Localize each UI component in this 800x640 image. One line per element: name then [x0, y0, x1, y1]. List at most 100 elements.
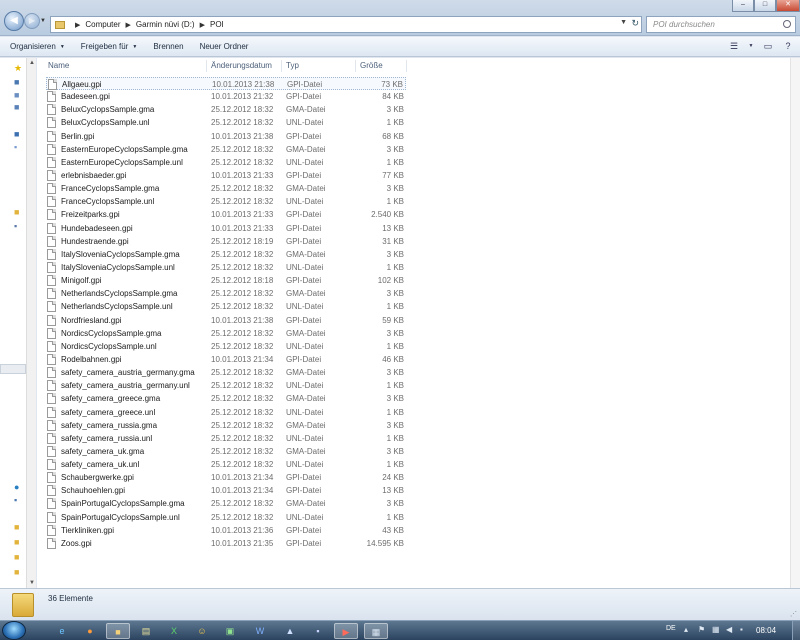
folder-icon[interactable]: ■	[14, 553, 19, 562]
refresh-icon[interactable]: ↻	[631, 18, 639, 29]
address-dropdown-icon[interactable]: ▼	[620, 19, 627, 26]
burn-button[interactable]: Brennen	[153, 42, 183, 51]
file-row[interactable]: Zoos.gpi 10.01.2013 21:35 GPI-Datei 14.595 …	[46, 537, 406, 550]
breadcrumb-drive[interactable]: Garmin nüvi (D:)	[136, 20, 195, 29]
file-row[interactable]: safety_camera_uk.gma 25.12.2012 18:32 GMA-…	[46, 445, 406, 458]
file-row[interactable]: Schauhoehlen.gpi 10.01.2013 21:34 GPI-Date…	[46, 484, 406, 497]
file-row[interactable]: safety_camera_austria_germany.gma 25.12.2…	[46, 366, 406, 379]
new-folder-button[interactable]: Neuer Ordner	[200, 42, 249, 51]
nav-scrollbar[interactable]: ▲ ▼	[26, 58, 36, 588]
minimize-button[interactable]: –	[732, 0, 754, 12]
ie-icon[interactable]: e	[50, 623, 74, 639]
column-divider[interactable]	[206, 60, 207, 72]
chevron-down-icon[interactable]: ▼	[748, 41, 754, 52]
computer-icon[interactable]: ▪	[14, 222, 17, 231]
folder-icon[interactable]: ■	[14, 538, 19, 547]
back-button[interactable]: ◀	[4, 11, 24, 31]
firefox-icon[interactable]: ●	[78, 623, 102, 639]
save-icon[interactable]: ▪	[306, 623, 330, 639]
breadcrumb-poi[interactable]: POI	[210, 20, 224, 29]
file-row[interactable]: NordicsCyclopsSample.gma 25.12.2012 18:32…	[46, 327, 406, 340]
explorer-icon[interactable]: ■	[106, 623, 130, 639]
file-row[interactable]: SpainPortugalCyclopsSample.unl 25.12.2012…	[46, 511, 406, 524]
column-divider[interactable]	[281, 60, 282, 72]
downloads-icon[interactable]: ■	[14, 91, 19, 100]
file-row[interactable]: Berlin.gpi 10.01.2013 21:38 GPI-Datei 68 KB	[46, 130, 406, 143]
file-row[interactable]: EasternEuropeCyclopsSample.unl 25.12.2012…	[46, 156, 406, 169]
file-row[interactable]: Hundestraende.gpi 25.12.2012 18:19 GPI-Dat…	[46, 235, 406, 248]
nav-selected-item[interactable]	[0, 364, 26, 374]
excel-icon[interactable]: X	[162, 623, 186, 639]
column-divider[interactable]	[406, 60, 407, 72]
file-row[interactable]: Badeseen.gpi 10.01.2013 21:32 GPI-Datei 84 …	[46, 90, 406, 103]
chevron-right-icon[interactable]: ▶	[200, 21, 205, 29]
column-header-name[interactable]: Name	[48, 61, 69, 70]
homegroup-icon[interactable]: ■	[14, 208, 19, 217]
file-row[interactable]: FranceCyclopsSample.unl 25.12.2012 18:32 U…	[46, 195, 406, 208]
file-row[interactable]: Hundebadeseen.gpi 10.01.2013 21:33 GPI-Dat…	[46, 222, 406, 235]
file-row[interactable]: safety_camera_austria_germany.unl 25.12.2…	[46, 379, 406, 392]
network-icon[interactable]: ●	[14, 483, 19, 492]
favorites-star-icon[interactable]: ★	[14, 64, 22, 73]
address-bar[interactable]: ▶ Computer ▶ Garmin nüvi (D:) ▶ POI ▼ ↻	[50, 16, 642, 33]
file-row[interactable]: safety_camera_russia.unl 25.12.2012 18:32…	[46, 432, 406, 445]
file-row[interactable]: NetherlandsCyclopsSample.unl 25.12.2012 1…	[46, 300, 406, 313]
search-icon[interactable]	[783, 20, 791, 28]
view-options-icon[interactable]: ☰	[728, 41, 740, 52]
volume-icon[interactable]: ◀	[726, 625, 732, 634]
file-row[interactable]: Freizeitparks.gpi 10.01.2013 21:33 GPI-Dat…	[46, 208, 406, 221]
desktop-icon[interactable]: ■	[14, 78, 19, 87]
file-row[interactable]: safety_camera_russia.gma 25.12.2012 18:32…	[46, 419, 406, 432]
video-icon[interactable]: ▶	[334, 623, 358, 639]
action-center-icon[interactable]: ⚑	[698, 625, 705, 634]
tray-app-icon[interactable]: ▪	[740, 625, 743, 634]
file-row[interactable]: EasternEuropeCyclopsSample.gma 25.12.2012…	[46, 143, 406, 156]
preview-pane-icon[interactable]: ▭	[762, 41, 774, 52]
show-desktop-button[interactable]	[792, 621, 800, 640]
file-row[interactable]: NordicsCyclopsSample.unl 25.12.2012 18:32…	[46, 340, 406, 353]
chevron-right-icon[interactable]: ▶	[126, 21, 131, 29]
file-row[interactable]: Schaubergwerke.gpi 10.01.2013 21:34 GPI-Da…	[46, 471, 406, 484]
column-header-date[interactable]: Änderungsdatum	[211, 61, 272, 70]
file-row[interactable]: Allgaeu.gpi 10.01.2013 21:38 GPI-Datei 73 K…	[46, 77, 406, 90]
recent-places-icon[interactable]: ■	[14, 103, 19, 112]
file-row[interactable]: ItalySloveniaCyclopsSample.unl 25.12.2012…	[46, 261, 406, 274]
column-header-type[interactable]: Typ	[286, 61, 299, 70]
scroll-up-icon[interactable]: ▲	[29, 60, 35, 66]
file-row[interactable]: safety_camera_greece.gma 25.12.2012 18:32…	[46, 392, 406, 405]
file-row[interactable]: safety_camera_uk.unl 25.12.2012 18:32 UNL-…	[46, 458, 406, 471]
maximize-button[interactable]: □	[754, 0, 776, 12]
network-drive-icon[interactable]: ▪	[14, 496, 17, 505]
folder-icon[interactable]: ■	[14, 523, 19, 532]
file-row[interactable]: erlebnisbaeder.gpi 10.01.2013 21:33 GPI-Da…	[46, 169, 406, 182]
forward-button[interactable]: ▶	[24, 13, 40, 29]
file-row[interactable]: Minigolf.gpi 25.12.2012 18:18 GPI-Datei 102…	[46, 274, 406, 287]
word-icon[interactable]: W	[248, 623, 272, 639]
file-row[interactable]: Rodelbahnen.gpi 10.01.2013 21:34 GPI-Datei…	[46, 353, 406, 366]
file-row[interactable]: BeluxCyclopsSample.unl 25.12.2012 18:32 UN…	[46, 116, 406, 129]
tray-expand-icon[interactable]: ▴	[684, 625, 688, 634]
recent-pages-dropdown[interactable]: ▼	[40, 18, 46, 24]
garmin-icon[interactable]: ▲	[278, 623, 302, 639]
search-input[interactable]: POI durchsuchen	[646, 16, 796, 33]
documents-icon[interactable]: ▪	[14, 143, 17, 152]
file-row[interactable]: ItalySloveniaCyclopsSample.gma 25.12.2012…	[46, 248, 406, 261]
file-row[interactable]: Tierkliniken.gpi 10.01.2013 21:36 GPI-Date…	[46, 524, 406, 537]
file-row[interactable]: safety_camera_greece.unl 25.12.2012 18:32…	[46, 406, 406, 419]
file-row[interactable]: SpainPortugalCyclopsSample.gma 25.12.2012…	[46, 497, 406, 510]
scroll-down-icon[interactable]: ▼	[29, 580, 35, 586]
clock[interactable]: 08:04	[756, 626, 776, 635]
notepad-icon[interactable]: ▤	[134, 623, 158, 639]
terminal-icon[interactable]: ▣	[218, 623, 242, 639]
file-row[interactable]: NetherlandsCyclopsSample.gma 25.12.2012 1…	[46, 287, 406, 300]
file-row[interactable]: BeluxCyclopsSample.gma 25.12.2012 18:32 GM…	[46, 103, 406, 116]
breadcrumb-computer[interactable]: Computer	[85, 20, 120, 29]
language-indicator[interactable]: DE	[666, 625, 676, 632]
libraries-icon[interactable]: ■	[14, 130, 19, 139]
chevron-right-icon[interactable]: ▶	[75, 21, 80, 29]
organize-button[interactable]: Organisieren ▼	[10, 42, 65, 51]
messenger-icon[interactable]: ☺	[190, 623, 214, 639]
explorer-window-icon[interactable]: ▦	[364, 623, 388, 639]
column-divider[interactable]	[355, 60, 356, 72]
list-scrollbar[interactable]	[790, 58, 800, 588]
